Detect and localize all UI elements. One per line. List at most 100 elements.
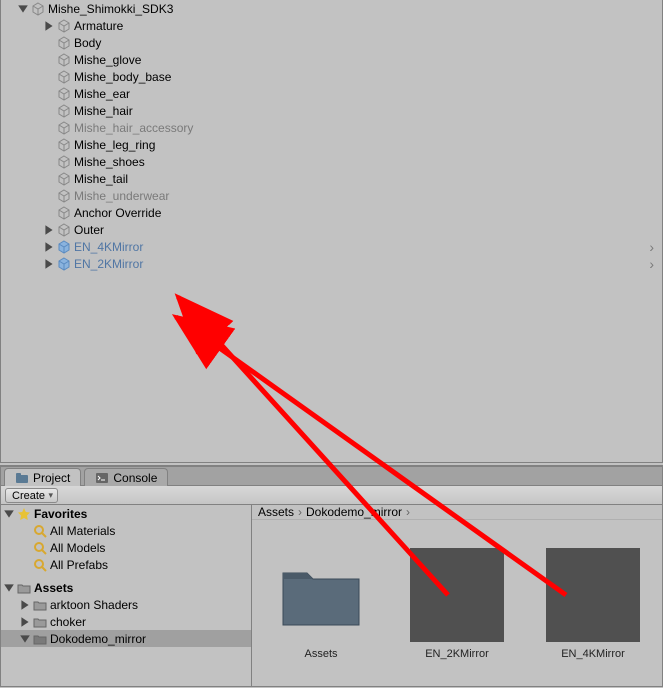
asset-label: EN_2KMirror [425,648,489,660]
console-icon [95,471,109,485]
assets-heading-row[interactable]: Assets [1,579,251,596]
hierarchy-label: Body [74,36,101,50]
breadcrumb-root[interactable]: Assets [258,505,294,519]
hierarchy-label: Mishe_leg_ring [74,138,155,152]
hierarchy-row[interactable]: Mishe_tail [1,170,662,187]
project-panel: Project Console Create Favorites All Mat… [0,465,663,687]
foldout-icon[interactable] [19,633,31,645]
favorite-item[interactable]: All Models [1,539,251,556]
hierarchy-label: Mishe_tail [74,172,128,186]
gameobject-icon [57,206,71,220]
gameobject-icon [57,138,71,152]
hierarchy-row[interactable]: Mishe_leg_ring [1,136,662,153]
favorites-heading-row[interactable]: Favorites [1,505,251,522]
create-button[interactable]: Create [5,488,58,503]
asset-grid-item[interactable]: EN_2KMirror [404,548,510,660]
prefab-thumb [410,548,504,642]
assets-label: Assets [34,581,73,595]
favorites-label: Favorites [34,507,87,521]
folder-icon [17,581,31,595]
folder-icon [33,598,47,612]
hierarchy-row[interactable]: Body [1,34,662,51]
hierarchy-row[interactable]: Mishe_underwear [1,187,662,204]
search-filter-icon [33,558,47,572]
asset-tree-item[interactable]: choker [1,613,251,630]
prefab-icon [57,240,71,254]
tab-bar: Project Console [1,467,662,486]
asset-grid-item[interactable]: Assets [268,548,374,660]
project-content: Assets › Dokodemo_mirror › Assets EN_2KMi… [252,505,662,686]
chevron-right-icon[interactable]: › [649,256,654,272]
foldout-open-icon[interactable] [3,582,15,594]
foldout-open-icon[interactable] [3,508,15,520]
breadcrumb-folder[interactable]: Dokodemo_mirror [306,505,402,519]
hierarchy-row[interactable]: Mishe_glove [1,51,662,68]
gameobject-icon [57,104,71,118]
foldout-open-icon[interactable] [17,3,29,15]
star-icon [17,507,31,521]
asset-tree-label: arktoon Shaders [50,598,138,612]
hierarchy-label: Mishe_ear [74,87,130,101]
hierarchy-row[interactable]: Mishe_shoes [1,153,662,170]
hierarchy-row[interactable]: Mishe_hair_accessory [1,119,662,136]
asset-tree-item[interactable]: arktoon Shaders [1,596,251,613]
project-icon [15,471,29,485]
chevron-right-icon: › [406,505,410,519]
hierarchy-row[interactable]: Mishe_body_base [1,68,662,85]
hierarchy-row[interactable]: Mishe_ear [1,85,662,102]
hierarchy-label: Armature [74,19,123,33]
hierarchy-row[interactable]: Mishe_hair [1,102,662,119]
asset-tree-label: Dokodemo_mirror [50,632,146,646]
asset-tree-item[interactable]: Dokodemo_mirror [1,630,251,647]
hierarchy-row[interactable]: Armature [1,17,662,34]
foldout-icon[interactable] [43,224,55,236]
favorite-item[interactable]: All Prefabs [1,556,251,573]
tab-project[interactable]: Project [4,468,81,486]
tab-label: Project [33,471,70,485]
hierarchy-label: Mishe_body_base [74,70,171,84]
gameobject-icon [57,70,71,84]
asset-label: EN_4KMirror [561,648,625,660]
favorite-label: All Prefabs [50,558,108,572]
hierarchy-panel: Mishe_Shimokki_SDK3 Armature BodyMishe_gl… [0,0,663,463]
asset-grid[interactable]: Assets EN_2KMirror EN_4KMirror [252,520,662,688]
project-body: Favorites All Materials All Models All Pre… [1,505,662,686]
favorite-label: All Materials [50,524,115,538]
chevron-right-icon: › [298,505,302,519]
favorite-label: All Models [50,541,105,555]
chevron-right-icon[interactable]: › [649,239,654,255]
folder-icon [33,632,47,646]
hierarchy-label: Outer [74,223,104,237]
asset-tree-label: choker [50,615,86,629]
foldout-icon[interactable] [19,599,31,611]
hierarchy-row[interactable]: Anchor Override [1,204,662,221]
foldout-icon[interactable] [43,20,55,32]
hierarchy-label: Mishe_hair [74,104,133,118]
prefab-icon [57,257,71,271]
asset-grid-item[interactable]: EN_4KMirror [540,548,646,660]
hierarchy-label: EN_2KMirror [74,257,143,271]
foldout-icon[interactable] [19,616,31,628]
hierarchy-row[interactable]: EN_2KMirror › [1,255,662,272]
breadcrumb: Assets › Dokodemo_mirror › [252,505,662,520]
project-tree: Favorites All Materials All Models All Pre… [1,505,252,686]
hierarchy-label: Mishe_Shimokki_SDK3 [48,2,173,16]
gameobject-icon [57,19,71,33]
gameobject-icon [57,155,71,169]
tab-console[interactable]: Console [84,468,168,486]
favorite-item[interactable]: All Materials [1,522,251,539]
hierarchy-label: Anchor Override [74,206,161,220]
search-filter-icon [33,541,47,555]
gameobject-icon [31,2,45,16]
folder-icon [33,615,47,629]
search-filter-icon [33,524,47,538]
gameobject-icon [57,223,71,237]
hierarchy-row[interactable]: Outer [1,221,662,238]
asset-label: Assets [304,648,337,660]
hierarchy-label: EN_4KMirror [74,240,143,254]
foldout-icon[interactable] [43,258,55,270]
foldout-icon[interactable] [43,241,55,253]
hierarchy-row-root[interactable]: Mishe_Shimokki_SDK3 [1,0,662,17]
hierarchy-label: Mishe_hair_accessory [74,121,193,135]
hierarchy-row[interactable]: EN_4KMirror › [1,238,662,255]
